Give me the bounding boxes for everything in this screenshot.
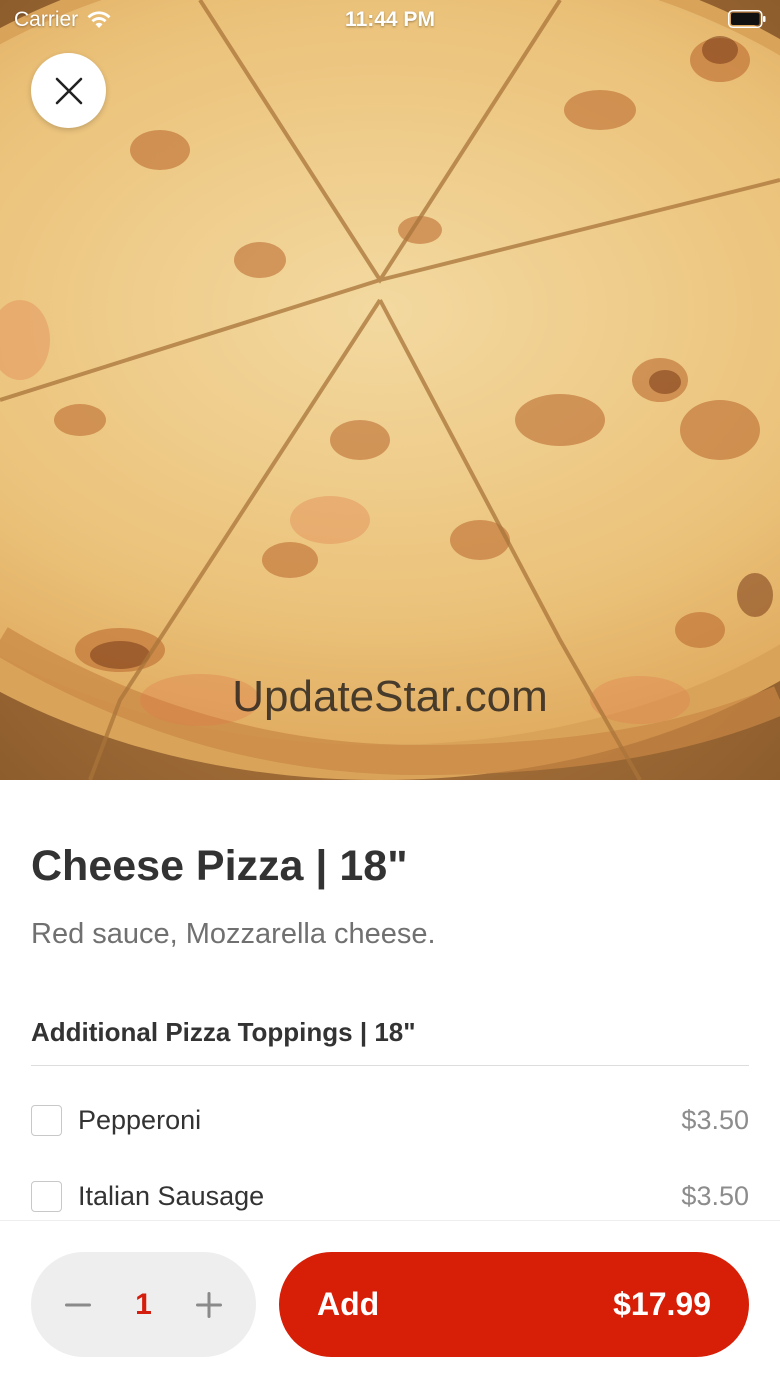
increase-quantity-button[interactable] <box>174 1252 244 1357</box>
toppings-section-title: Additional Pizza Toppings | 18" <box>31 1017 416 1047</box>
item-hero-image <box>0 0 780 780</box>
topping-name: Italian Sausage <box>78 1180 265 1211</box>
topping-price: $3.50 <box>681 1104 749 1135</box>
decrease-quantity-button[interactable] <box>43 1252 113 1357</box>
topping-checkbox[interactable] <box>31 1180 62 1212</box>
topping-name: Pepperoni <box>78 1104 202 1135</box>
plus-icon <box>196 1291 222 1318</box>
quantity-stepper: 1 <box>31 1252 256 1357</box>
section-divider <box>31 1065 749 1066</box>
item-title: Cheese Pizza | 18" <box>31 842 408 890</box>
item-description: Red sauce, Mozzarella cheese. <box>31 918 436 950</box>
close-icon <box>55 77 82 104</box>
topping-option-italian-sausage[interactable]: Italian Sausage $3.50 <box>31 1176 749 1216</box>
battery-icon <box>728 10 766 28</box>
watermark-text: UpdateStar.com <box>232 672 548 721</box>
order-bar: 1 Add $17.99 <box>0 1220 780 1388</box>
add-button-total: $17.99 <box>613 1286 711 1322</box>
topping-price: $3.50 <box>681 1180 749 1211</box>
pizza-photo <box>0 0 780 780</box>
topping-option-pepperoni[interactable]: Pepperoni $3.50 <box>31 1100 749 1140</box>
add-button-label: Add <box>317 1286 380 1322</box>
status-time: 11:44 PM <box>345 8 435 31</box>
topping-checkbox[interactable] <box>31 1104 62 1136</box>
minus-icon <box>65 1303 91 1306</box>
close-button[interactable] <box>31 53 106 128</box>
add-to-order-button[interactable]: Add $17.99 <box>279 1252 749 1357</box>
status-bar: Carrier 11:44 PM <box>0 0 780 40</box>
